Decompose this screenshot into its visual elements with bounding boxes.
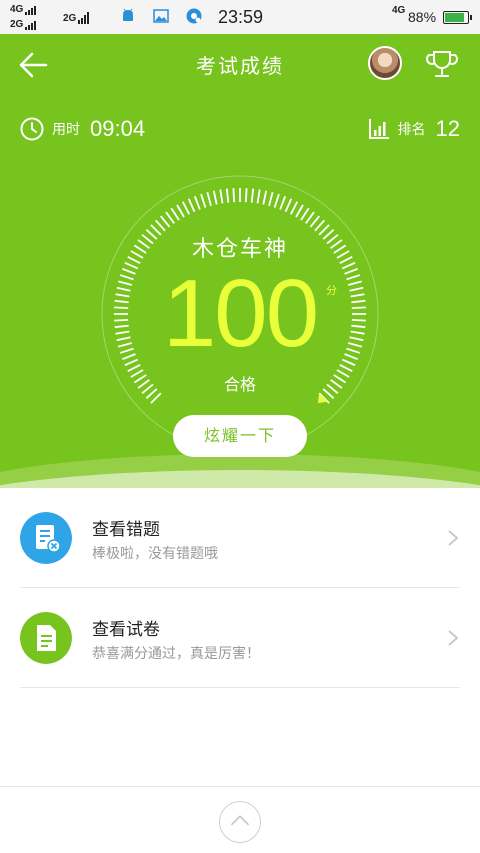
battery-icon bbox=[443, 11, 472, 24]
image-icon bbox=[153, 9, 169, 23]
gauge-tick bbox=[300, 207, 310, 221]
sim3-signal: 2G bbox=[63, 12, 90, 24]
battery-percent: 88% bbox=[408, 9, 437, 25]
gauge-tick bbox=[170, 207, 180, 221]
rank: 排名 12 bbox=[368, 116, 460, 142]
time-value: 09:04 bbox=[90, 116, 146, 141]
gauge-tick bbox=[295, 204, 304, 218]
gauge-tick bbox=[305, 211, 315, 224]
gauge-tick bbox=[256, 189, 261, 204]
gauge-tick bbox=[160, 215, 171, 228]
sim2-type: 2G bbox=[10, 19, 24, 30]
list-item-exam-paper[interactable]: 查看试卷 恭喜满分通过，真是厉害！ bbox=[20, 588, 460, 688]
bottom-bar bbox=[0, 786, 480, 853]
score-panel: 考试成绩 用时 09:04 排名 12 木仓车神 100 分 合格 炫耀一下 bbox=[0, 34, 480, 488]
list-item-subtitle: 恭喜满分通过，真是厉害！ bbox=[92, 646, 260, 662]
gauge-tick bbox=[309, 215, 320, 228]
rank-title: 木仓车神 bbox=[191, 237, 288, 262]
chevron-right-icon bbox=[448, 630, 459, 646]
gauge-tick bbox=[314, 219, 325, 232]
gauge-tick bbox=[194, 196, 201, 210]
rank-label: 排名 bbox=[397, 122, 426, 138]
gauge-tick bbox=[244, 188, 248, 203]
gauge-tick bbox=[232, 188, 236, 203]
exam-paper-icon bbox=[20, 612, 72, 664]
time-used: 用时 09:04 bbox=[20, 116, 145, 142]
list-item-title: 查看错题 bbox=[92, 520, 160, 540]
sim1-signal: 4G bbox=[10, 5, 37, 15]
gauge-tick bbox=[187, 198, 196, 213]
gauge-tick bbox=[206, 192, 212, 207]
chevron-right-icon bbox=[448, 530, 459, 546]
avatar[interactable] bbox=[368, 46, 402, 80]
wrong-questions-icon bbox=[20, 512, 72, 564]
gauge-tick bbox=[225, 188, 230, 203]
gauge-tick bbox=[200, 193, 207, 208]
gauge-tick bbox=[181, 201, 190, 215]
clock: 23:59 bbox=[218, 7, 264, 27]
show-off-button[interactable]: 炫耀一下 bbox=[173, 415, 307, 457]
sim3-type: 2G bbox=[63, 13, 77, 24]
gauge-tick bbox=[212, 190, 218, 205]
time-label: 用时 bbox=[52, 122, 80, 138]
list-item-subtitle: 棒极啦，没有错题哦 bbox=[92, 546, 218, 562]
pass-status: 合格 bbox=[223, 375, 256, 394]
status-bar: 4G 2G 2G 23:59 4G 88% bbox=[0, 0, 480, 34]
score-value: 100 bbox=[162, 260, 319, 367]
android-icon bbox=[123, 8, 133, 21]
gauge-tick bbox=[155, 219, 166, 232]
chevron-up-icon[interactable] bbox=[219, 801, 261, 843]
list-item-wrong-questions[interactable]: 查看错题 棒极啦，没有错题哦 bbox=[20, 488, 460, 588]
rank-value: 12 bbox=[435, 116, 460, 141]
gauge-tick bbox=[279, 196, 286, 210]
score-unit: 分 bbox=[326, 284, 337, 297]
gauge-tick bbox=[268, 192, 274, 207]
gauge-tick bbox=[176, 204, 185, 218]
gauge-tick bbox=[250, 188, 255, 203]
action-list: 查看错题 棒极啦，没有错题哦 查看试卷 恭喜满分通过，真是厉害！ bbox=[0, 488, 480, 688]
bar-chart-icon bbox=[368, 119, 389, 139]
gauge-tick bbox=[165, 211, 175, 224]
gauge-tick bbox=[219, 189, 224, 204]
clock-icon bbox=[20, 117, 44, 141]
trophy-icon[interactable] bbox=[424, 46, 460, 82]
gauge-tick bbox=[273, 193, 280, 208]
sim2-signal: 2G bbox=[10, 20, 37, 30]
battery-network: 4G bbox=[392, 5, 406, 16]
gauge-tick bbox=[284, 198, 293, 213]
app-notification-icon bbox=[186, 8, 202, 24]
page-title: 考试成绩 bbox=[196, 54, 284, 78]
gauge-tick bbox=[290, 201, 299, 215]
gauge-tick bbox=[262, 190, 268, 205]
sim1-type: 4G bbox=[10, 4, 24, 15]
list-item-title: 查看试卷 bbox=[92, 620, 160, 640]
